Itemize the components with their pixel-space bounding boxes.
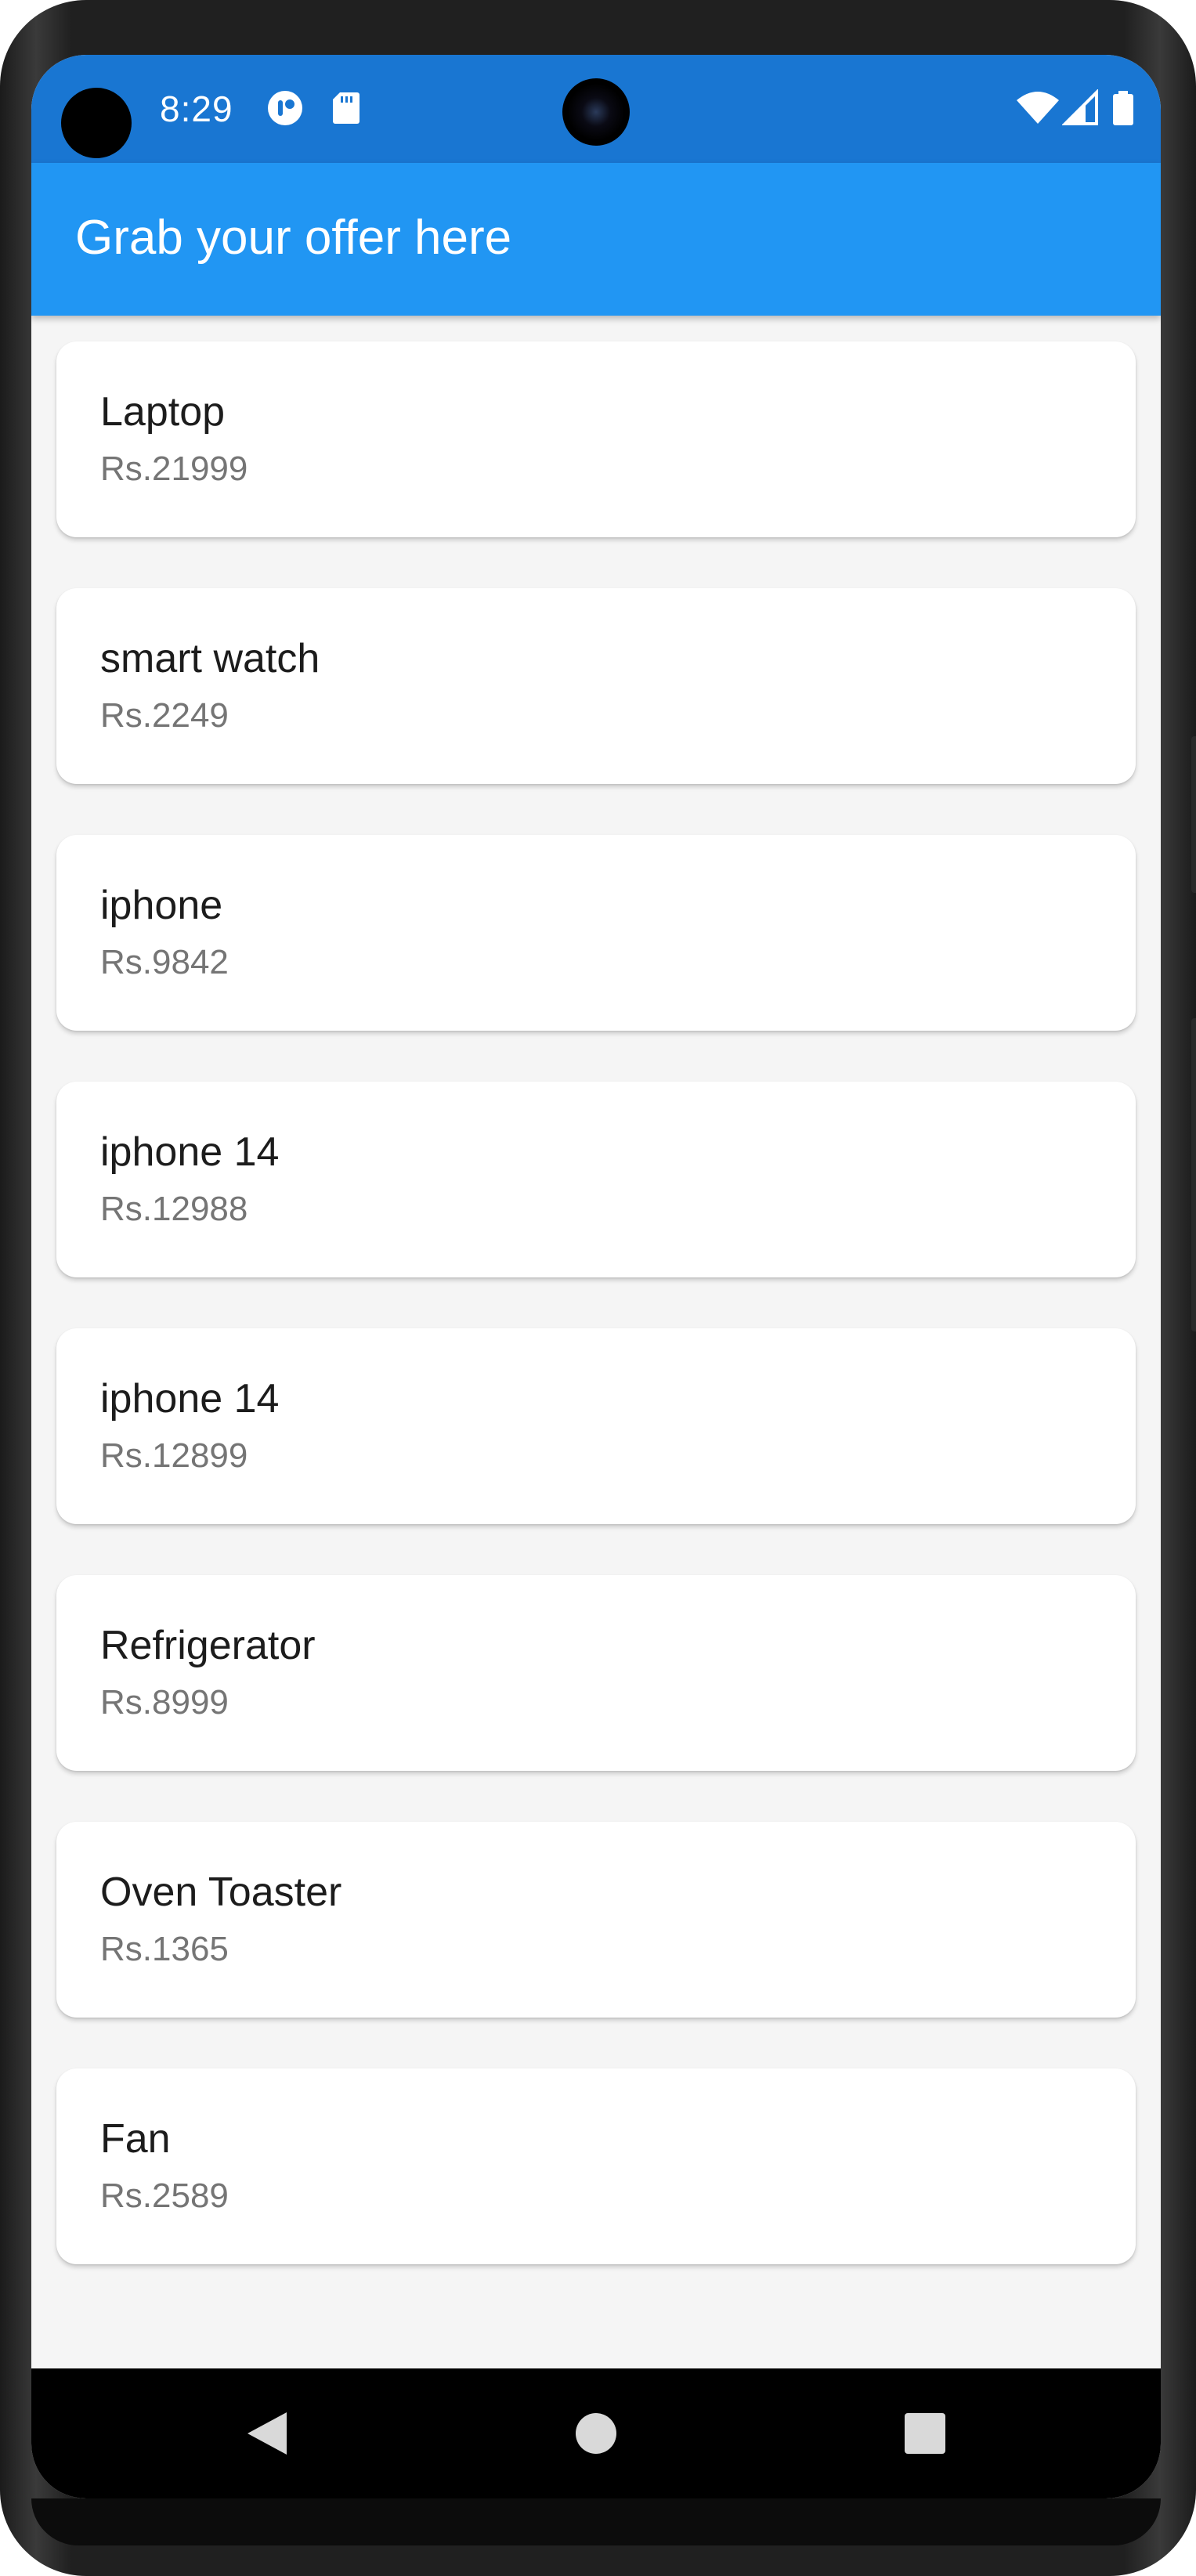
product-card[interactable]: Fan Rs.2589 (56, 2068, 1136, 2264)
product-name: iphone 14 (100, 1376, 280, 1422)
product-price: Rs.21999 (100, 450, 248, 488)
product-price: Rs.12899 (100, 1436, 248, 1475)
home-icon[interactable] (569, 2406, 623, 2461)
product-card[interactable]: smart watch Rs.2249 (56, 588, 1136, 784)
product-card[interactable]: iphone 14 Rs.12899 (56, 1328, 1136, 1524)
phone-chin (31, 2498, 1161, 2545)
product-name: Fan (100, 2116, 171, 2162)
product-price: Rs.8999 (100, 1683, 229, 1722)
signal-icon (1062, 89, 1098, 125)
recents-icon[interactable] (898, 2406, 952, 2461)
front-camera-icon (562, 78, 630, 146)
product-name: Refrigerator (100, 1623, 316, 1668)
status-time: 8:29 (160, 89, 233, 129)
punch-hole-icon (61, 88, 132, 158)
page-title: Grab your offer here (75, 211, 512, 265)
product-name: smart watch (100, 636, 320, 681)
status-bar: 8:29 (31, 55, 1161, 163)
product-card[interactable]: Oven Toaster Rs.1365 (56, 1822, 1136, 2018)
product-name: iphone 14 (100, 1129, 280, 1175)
product-price: Rs.2249 (100, 696, 229, 735)
sd-card-icon (333, 92, 360, 124)
navigation-bar (31, 2368, 1161, 2498)
product-card[interactable]: iphone Rs.9842 (56, 835, 1136, 1031)
product-price: Rs.9842 (100, 943, 229, 981)
product-name: Laptop (100, 389, 226, 435)
product-list: Laptop Rs.21999 smart watch Rs.2249 ipho… (56, 341, 1136, 2315)
phone-screen: 8:29 Grab your offer here Laptop Rs.2199… (31, 55, 1161, 2498)
phone-frame: 8:29 Grab your offer here Laptop Rs.2199… (0, 0, 1196, 2576)
product-price: Rs.1365 (100, 1930, 229, 1968)
notification-app-icon (268, 91, 302, 125)
battery-icon (1113, 91, 1133, 125)
app-bar: Grab your offer here (31, 163, 1161, 316)
product-card[interactable]: iphone 14 Rs.12988 (56, 1082, 1136, 1277)
product-card[interactable]: Laptop Rs.21999 (56, 341, 1136, 537)
product-name: iphone (100, 883, 223, 928)
product-price: Rs.2589 (100, 2177, 229, 2215)
wifi-icon (1017, 92, 1059, 124)
product-card[interactable]: Refrigerator Rs.8999 (56, 1575, 1136, 1771)
volume-button (1191, 1018, 1196, 1331)
back-icon[interactable] (241, 2406, 296, 2461)
product-price: Rs.12988 (100, 1190, 248, 1228)
product-name: Oven Toaster (100, 1870, 342, 1915)
power-button (1191, 736, 1196, 893)
